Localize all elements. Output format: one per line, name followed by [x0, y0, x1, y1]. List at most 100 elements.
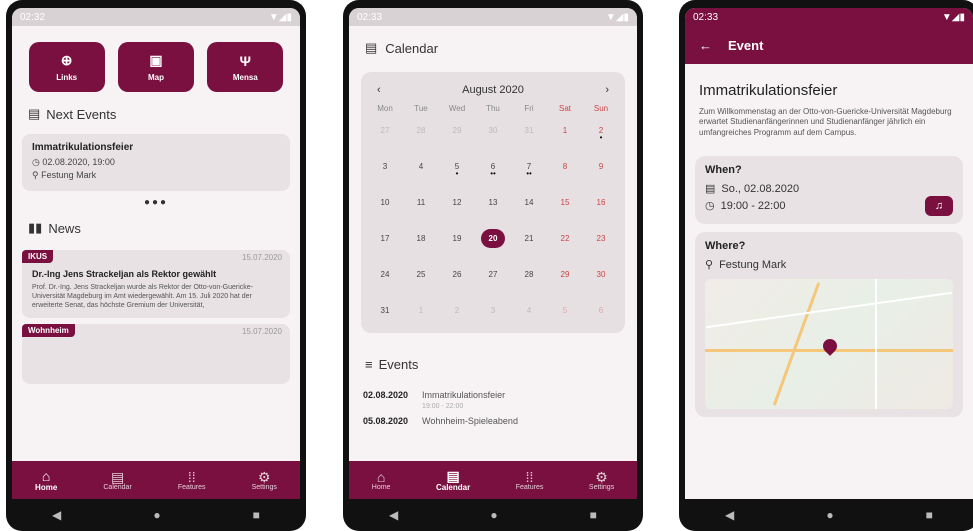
status-bar: 02:33 ▼◢▮ — [349, 8, 637, 26]
calendar-day[interactable]: 24 — [367, 265, 403, 289]
list-item[interactable]: 05.08.2020 Wohnheim-Spieleabend — [363, 416, 623, 426]
calendar-day[interactable]: 10 — [367, 193, 403, 217]
news-card[interactable]: IKUS 15.07.2020 Dr.-Ing Jens Strackeljan… — [22, 250, 290, 319]
list-item[interactable]: 02.08.2020 Immatrikulationsfeier 19:00 - … — [363, 390, 623, 410]
calendar-day[interactable]: 23 — [583, 229, 619, 253]
recents-icon[interactable]: ■ — [590, 508, 597, 522]
carousel-dots[interactable]: ●●● — [12, 197, 300, 208]
mensa-tile[interactable]: Ψ Mensa — [207, 42, 284, 92]
nav-settings[interactable]: ⚙ Settings — [252, 470, 277, 491]
day-number: 1 — [418, 305, 424, 315]
calendar-day[interactable]: 29 — [547, 265, 583, 289]
day-grid: 27 28 29 30 31 1 2 • 3 4 5 • 6 •• 7 •• 8 9 10 11 12 13 14 15 16 1… — [367, 121, 619, 325]
calendar-day[interactable]: 20 — [475, 229, 511, 253]
day-number: 4 — [418, 161, 424, 171]
globe-icon: ⊕ — [60, 52, 73, 68]
calendar-day[interactable]: 17 — [367, 229, 403, 253]
nav-calendar[interactable]: ▤ Calendar — [103, 470, 131, 491]
when-time-row: ◷ 19:00 - 22:00 — [705, 199, 953, 213]
calendar-day[interactable]: 18 — [403, 229, 439, 253]
calendar-day[interactable]: 3 — [475, 301, 511, 325]
calendar-screen: 02:33 ▼◢▮ ▤ Calendar ‹ August 2020 › Mon Tu… — [349, 8, 637, 499]
when-date: So., 02.08.2020 — [721, 182, 800, 195]
calendar-day[interactable]: 19 — [439, 229, 475, 253]
phone-calendar: 02:33 ▼◢▮ ▤ Calendar ‹ August 2020 › Mon Tu… — [343, 0, 643, 531]
when-card: When? ▤ So., 02.08.2020 ◷ 19:00 - 22:00 ♫ — [695, 156, 963, 225]
day-number: 19 — [452, 233, 462, 243]
calendar-day[interactable]: 27 — [475, 265, 511, 289]
calendar-day[interactable]: 3 — [367, 157, 403, 181]
calendar-day[interactable]: 9 — [583, 157, 619, 181]
calendar-day[interactable]: 4 — [511, 301, 547, 325]
calendar-day[interactable]: 5 — [547, 301, 583, 325]
home-circle-icon[interactable]: ● — [826, 508, 833, 522]
calendar-day[interactable]: 7 •• — [511, 157, 547, 181]
calendar-day[interactable]: 1 — [547, 121, 583, 145]
home-circle-icon[interactable]: ● — [490, 508, 497, 522]
calendar-day[interactable]: 11 — [403, 193, 439, 217]
calendar-day[interactable]: 5 • — [439, 157, 475, 181]
recents-icon[interactable]: ■ — [253, 508, 260, 522]
chevron-right-icon[interactable]: › — [605, 84, 609, 96]
links-tile[interactable]: ⊕ Links — [28, 42, 105, 92]
calendar-icon: ▤ — [705, 183, 716, 196]
calendar-day[interactable]: 6 — [583, 301, 619, 325]
calendar-day[interactable]: 31 — [367, 301, 403, 325]
calendar-day[interactable]: 14 — [511, 193, 547, 217]
nav-calendar[interactable]: ▤ Calendar — [436, 469, 470, 492]
next-event-card[interactable]: Immatrikulationsfeier ◷ 02.08.2020, 19:0… — [22, 134, 290, 191]
map-tile[interactable]: ▣ Map — [117, 42, 194, 92]
calendar-day[interactable]: 16 — [583, 193, 619, 217]
calendar-day[interactable]: 22 — [547, 229, 583, 253]
calendar-day[interactable]: 28 — [403, 121, 439, 145]
chevron-left-icon[interactable]: ‹ — [377, 84, 381, 96]
calendar-day[interactable]: 12 — [439, 193, 475, 217]
events-heading: ≡ Events — [349, 339, 637, 380]
calendar-day[interactable]: 15 — [547, 193, 583, 217]
nav-home[interactable]: ⌂ Home — [35, 469, 57, 492]
calendar-day[interactable]: 13 — [475, 193, 511, 217]
back-arrow-icon[interactable]: ← — [699, 38, 712, 53]
calendar-icon: ▤ — [365, 40, 378, 55]
add-reminder-button[interactable]: ♫ — [925, 196, 953, 217]
day-number: 28 — [416, 125, 426, 135]
nav-settings[interactable]: ⚙ Settings — [589, 470, 614, 491]
event-dot-icon: • — [599, 132, 603, 142]
day-number: 11 — [416, 197, 426, 207]
calendar-day[interactable]: 6 •• — [475, 157, 511, 181]
calendar-day[interactable]: 26 — [439, 265, 475, 289]
calendar-day[interactable]: 21 — [511, 229, 547, 253]
event-dot-icon: • — [455, 168, 459, 178]
home-icon: ⌂ — [376, 468, 386, 485]
calendar-icon: ▤ — [446, 467, 460, 484]
day-number: 8 — [562, 161, 568, 171]
home-circle-icon[interactable]: ● — [153, 508, 160, 522]
back-icon[interactable]: ◀ — [389, 508, 398, 522]
nav-label: Settings — [588, 483, 615, 491]
calendar-day[interactable]: 31 — [511, 121, 547, 145]
day-number: 15 — [560, 197, 570, 207]
calendar-day[interactable]: 28 — [511, 265, 547, 289]
nav-label: Settings — [251, 483, 277, 491]
calendar-day[interactable]: 2 • — [583, 121, 619, 145]
calendar-day[interactable]: 30 — [475, 121, 511, 145]
day-number: 31 — [380, 305, 390, 315]
day-number: 31 — [524, 125, 534, 135]
calendar-day[interactable]: 1 — [403, 301, 439, 325]
nav-home[interactable]: ⌂ Home — [372, 470, 391, 491]
calendar-day[interactable]: 4 — [403, 157, 439, 181]
weekday-label: Fri — [524, 104, 534, 113]
calendar-day[interactable]: 2 — [439, 301, 475, 325]
recents-icon[interactable]: ■ — [926, 508, 933, 522]
back-icon[interactable]: ◀ — [725, 508, 734, 522]
calendar-day[interactable]: 8 — [547, 157, 583, 181]
calendar-day[interactable]: 25 — [403, 265, 439, 289]
nav-features[interactable]: ⁞⁞ Features — [178, 470, 206, 491]
news-card[interactable]: Wohnheim 15.07.2020 — [22, 324, 290, 385]
back-icon[interactable]: ◀ — [52, 508, 61, 522]
calendar-day[interactable]: 27 — [367, 121, 403, 145]
calendar-day[interactable]: 30 — [583, 265, 619, 289]
nav-features[interactable]: ⁞⁞ Features — [516, 470, 544, 491]
calendar-day[interactable]: 29 — [439, 121, 475, 145]
location-map[interactable] — [705, 279, 953, 410]
